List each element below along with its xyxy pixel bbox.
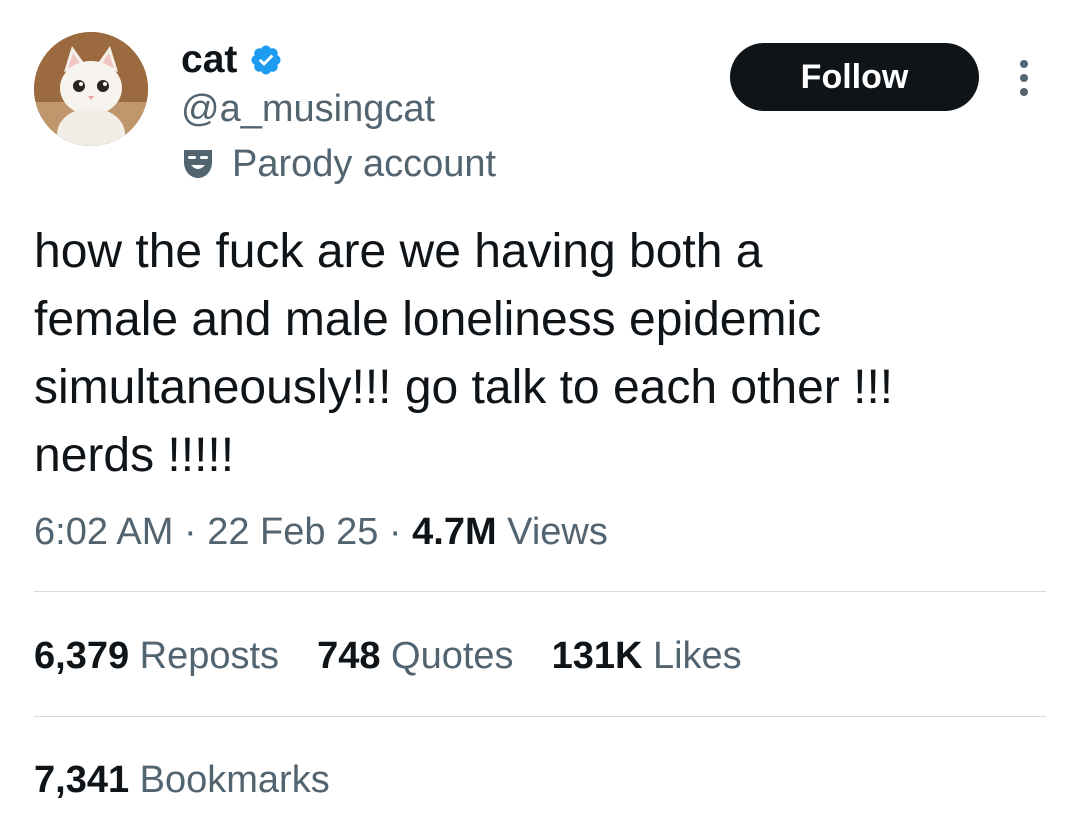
author-display-name[interactable]: cat bbox=[181, 36, 237, 84]
quotes-stat[interactable]: 748 Quotes bbox=[317, 628, 514, 684]
tweet-text: how the fuck are we having both a female… bbox=[34, 225, 894, 482]
author-handle[interactable]: @a_musingcat bbox=[181, 86, 435, 132]
bookmarks-label: Bookmarks bbox=[139, 759, 330, 801]
more-vertical-icon bbox=[1020, 60, 1028, 96]
parody-account-label: Parody account bbox=[232, 143, 497, 185]
parody-account-label-row: Parody account bbox=[180, 140, 496, 188]
tweet-date[interactable]: 22 Feb 25 bbox=[207, 511, 378, 553]
bookmarks-count: 7,341 bbox=[34, 759, 130, 801]
author-name-row[interactable]: cat bbox=[181, 36, 283, 84]
tweet-meta: 6:02 AM · 22 Feb 25 · 4.7M Views bbox=[34, 504, 608, 560]
meta-separator: · bbox=[388, 511, 402, 553]
engagement-stats: 6,379 Reposts 748 Quotes 131K Likes bbox=[34, 628, 780, 684]
views-count: 4.7M bbox=[412, 511, 497, 553]
meta-separator: · bbox=[183, 511, 197, 553]
parody-mask-icon bbox=[180, 146, 216, 182]
divider bbox=[34, 716, 1046, 717]
follow-button[interactable]: Follow bbox=[730, 43, 979, 111]
verified-badge-icon bbox=[249, 43, 283, 77]
divider bbox=[34, 591, 1046, 592]
bookmarks-stat[interactable]: 7,341 Bookmarks bbox=[34, 752, 330, 808]
tweet-time[interactable]: 6:02 AM bbox=[34, 511, 173, 553]
cat-avatar-image bbox=[34, 32, 148, 146]
views-label: Views bbox=[507, 511, 608, 553]
quotes-count: 748 bbox=[317, 635, 381, 677]
likes-count: 131K bbox=[551, 635, 643, 677]
likes-label: Likes bbox=[652, 635, 742, 677]
quotes-label: Quotes bbox=[391, 635, 514, 677]
avatar[interactable] bbox=[34, 32, 148, 146]
more-options-button[interactable] bbox=[1004, 56, 1044, 100]
reposts-count: 6,379 bbox=[34, 635, 130, 677]
reposts-label: Reposts bbox=[139, 635, 280, 677]
reposts-stat[interactable]: 6,379 Reposts bbox=[34, 628, 279, 684]
likes-stat[interactable]: 131K Likes bbox=[552, 628, 742, 684]
